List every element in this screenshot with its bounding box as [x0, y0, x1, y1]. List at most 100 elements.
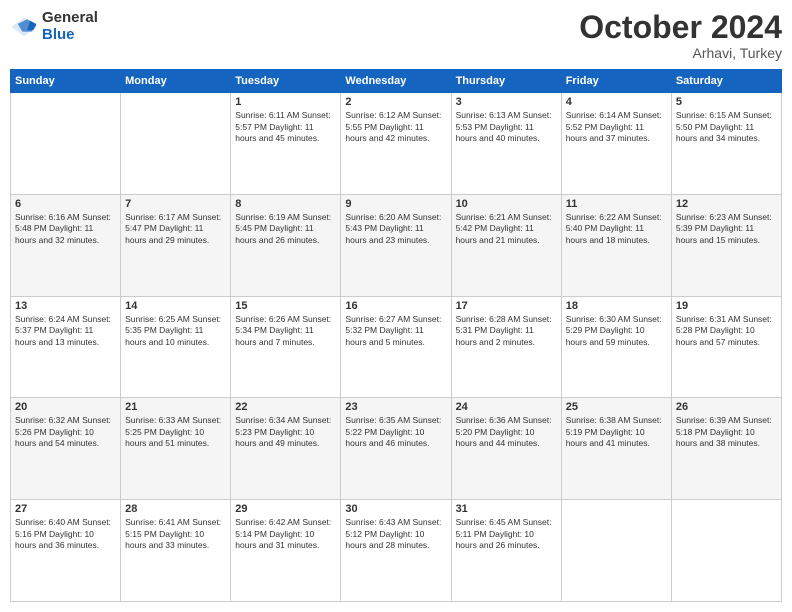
day-number: 24 [456, 401, 557, 413]
cell-content: Sunrise: 6:42 AM Sunset: 5:14 PM Dayligh… [235, 517, 336, 551]
cell-content: Sunrise: 6:22 AM Sunset: 5:40 PM Dayligh… [566, 212, 667, 246]
day-number: 9 [345, 198, 446, 210]
calendar-table: SundayMondayTuesdayWednesdayThursdayFrid… [10, 69, 782, 602]
calendar-cell: 1 Sunrise: 6:11 AM Sunset: 5:57 PM Daylig… [231, 93, 341, 195]
day-number: 8 [235, 198, 336, 210]
calendar-cell: 5 Sunrise: 6:15 AM Sunset: 5:50 PM Daylig… [671, 93, 781, 195]
day-number: 13 [15, 300, 116, 312]
cell-content: Sunrise: 6:19 AM Sunset: 5:45 PM Dayligh… [235, 212, 336, 246]
calendar-week-2: 6Sunrise: 6:16 AM Sunset: 5:48 PM Daylig… [11, 194, 782, 296]
calendar-cell: 29 Sunrise: 6:42 AM Sunset: 5:14 PM Dayli… [231, 500, 341, 602]
weekday-header-friday: Friday [561, 70, 671, 93]
cell-content: Sunrise: 6:23 AM Sunset: 5:39 PM Dayligh… [676, 212, 777, 246]
calendar-cell: 10Sunrise: 6:21 AM Sunset: 5:42 PM Dayli… [451, 194, 561, 296]
calendar-cell: 6Sunrise: 6:16 AM Sunset: 5:48 PM Daylig… [11, 194, 121, 296]
month-title: October 2024 [579, 10, 782, 45]
day-number: 27 [15, 503, 116, 515]
cell-content: Sunrise: 6:43 AM Sunset: 5:12 PM Dayligh… [345, 517, 446, 551]
day-number: 3 [456, 96, 557, 108]
day-number: 20 [15, 401, 116, 413]
day-number: 19 [676, 300, 777, 312]
day-number: 4 [566, 96, 667, 108]
day-number: 25 [566, 401, 667, 413]
calendar-cell: 8 Sunrise: 6:19 AM Sunset: 5:45 PM Daylig… [231, 194, 341, 296]
cell-content: Sunrise: 6:20 AM Sunset: 5:43 PM Dayligh… [345, 212, 446, 246]
weekday-header-monday: Monday [121, 70, 231, 93]
header: General Blue October 2024 Arhavi, Turkey [10, 10, 782, 61]
day-number: 22 [235, 401, 336, 413]
calendar-cell: 14 Sunrise: 6:25 AM Sunset: 5:35 PM Dayli… [121, 296, 231, 398]
day-number: 7 [125, 198, 226, 210]
calendar-cell: 12 Sunrise: 6:23 AM Sunset: 5:39 PM Dayli… [671, 194, 781, 296]
day-number: 16 [345, 300, 446, 312]
calendar-cell: 21Sunrise: 6:33 AM Sunset: 5:25 PM Dayli… [121, 398, 231, 500]
cell-content: Sunrise: 6:40 AM Sunset: 5:16 PM Dayligh… [15, 517, 116, 551]
cell-content: Sunrise: 6:26 AM Sunset: 5:34 PM Dayligh… [235, 314, 336, 348]
calendar-cell: 27 Sunrise: 6:40 AM Sunset: 5:16 PM Dayli… [11, 500, 121, 602]
day-number: 14 [125, 300, 226, 312]
title-block: October 2024 Arhavi, Turkey [579, 10, 782, 61]
day-number: 12 [676, 198, 777, 210]
cell-content: Sunrise: 6:39 AM Sunset: 5:18 PM Dayligh… [676, 415, 777, 449]
weekday-header-row: SundayMondayTuesdayWednesdayThursdayFrid… [11, 70, 782, 93]
day-number: 11 [566, 198, 667, 210]
calendar-cell [671, 500, 781, 602]
cell-content: Sunrise: 6:15 AM Sunset: 5:50 PM Dayligh… [676, 110, 777, 144]
calendar-cell: 15 Sunrise: 6:26 AM Sunset: 5:34 PM Dayli… [231, 296, 341, 398]
cell-content: Sunrise: 6:11 AM Sunset: 5:57 PM Dayligh… [235, 110, 336, 144]
calendar-cell [11, 93, 121, 195]
cell-content: Sunrise: 6:13 AM Sunset: 5:53 PM Dayligh… [456, 110, 557, 144]
day-number: 1 [235, 96, 336, 108]
calendar-cell: 17Sunrise: 6:28 AM Sunset: 5:31 PM Dayli… [451, 296, 561, 398]
cell-content: Sunrise: 6:31 AM Sunset: 5:28 PM Dayligh… [676, 314, 777, 348]
day-number: 15 [235, 300, 336, 312]
calendar-week-1: 1 Sunrise: 6:11 AM Sunset: 5:57 PM Daylig… [11, 93, 782, 195]
cell-content: Sunrise: 6:35 AM Sunset: 5:22 PM Dayligh… [345, 415, 446, 449]
day-number: 28 [125, 503, 226, 515]
calendar-cell: 28 Sunrise: 6:41 AM Sunset: 5:15 PM Dayli… [121, 500, 231, 602]
weekday-header-sunday: Sunday [11, 70, 121, 93]
day-number: 17 [456, 300, 557, 312]
day-number: 29 [235, 503, 336, 515]
calendar-cell: 16 Sunrise: 6:27 AM Sunset: 5:32 PM Dayli… [341, 296, 451, 398]
day-number: 30 [345, 503, 446, 515]
calendar-cell: 19 Sunrise: 6:31 AM Sunset: 5:28 PM Dayli… [671, 296, 781, 398]
page: General Blue October 2024 Arhavi, Turkey… [0, 0, 792, 612]
calendar-cell: 24Sunrise: 6:36 AM Sunset: 5:20 PM Dayli… [451, 398, 561, 500]
calendar-cell: 26Sunrise: 6:39 AM Sunset: 5:18 PM Dayli… [671, 398, 781, 500]
weekday-header-wednesday: Wednesday [341, 70, 451, 93]
calendar-cell: 9 Sunrise: 6:20 AM Sunset: 5:43 PM Daylig… [341, 194, 451, 296]
cell-content: Sunrise: 6:38 AM Sunset: 5:19 PM Dayligh… [566, 415, 667, 449]
cell-content: Sunrise: 6:14 AM Sunset: 5:52 PM Dayligh… [566, 110, 667, 144]
cell-content: Sunrise: 6:25 AM Sunset: 5:35 PM Dayligh… [125, 314, 226, 348]
weekday-header-saturday: Saturday [671, 70, 781, 93]
calendar-week-5: 27 Sunrise: 6:40 AM Sunset: 5:16 PM Dayli… [11, 500, 782, 602]
day-number: 2 [345, 96, 446, 108]
cell-content: Sunrise: 6:41 AM Sunset: 5:15 PM Dayligh… [125, 517, 226, 551]
calendar-cell: 20Sunrise: 6:32 AM Sunset: 5:26 PM Dayli… [11, 398, 121, 500]
logo: General Blue [10, 10, 98, 43]
cell-content: Sunrise: 6:17 AM Sunset: 5:47 PM Dayligh… [125, 212, 226, 246]
calendar-cell: 30 Sunrise: 6:43 AM Sunset: 5:12 PM Dayli… [341, 500, 451, 602]
cell-content: Sunrise: 6:24 AM Sunset: 5:37 PM Dayligh… [15, 314, 116, 348]
calendar-cell: 7 Sunrise: 6:17 AM Sunset: 5:47 PM Daylig… [121, 194, 231, 296]
calendar-cell: 23 Sunrise: 6:35 AM Sunset: 5:22 PM Dayli… [341, 398, 451, 500]
calendar-cell: 22 Sunrise: 6:34 AM Sunset: 5:23 PM Dayli… [231, 398, 341, 500]
calendar-cell: 31Sunrise: 6:45 AM Sunset: 5:11 PM Dayli… [451, 500, 561, 602]
calendar-week-3: 13 Sunrise: 6:24 AM Sunset: 5:37 PM Dayli… [11, 296, 782, 398]
calendar-cell [121, 93, 231, 195]
calendar-week-4: 20Sunrise: 6:32 AM Sunset: 5:26 PM Dayli… [11, 398, 782, 500]
weekday-header-tuesday: Tuesday [231, 70, 341, 93]
cell-content: Sunrise: 6:27 AM Sunset: 5:32 PM Dayligh… [345, 314, 446, 348]
cell-content: Sunrise: 6:12 AM Sunset: 5:55 PM Dayligh… [345, 110, 446, 144]
cell-content: Sunrise: 6:30 AM Sunset: 5:29 PM Dayligh… [566, 314, 667, 348]
logo-icon [10, 16, 38, 38]
day-number: 5 [676, 96, 777, 108]
day-number: 18 [566, 300, 667, 312]
day-number: 23 [345, 401, 446, 413]
cell-content: Sunrise: 6:45 AM Sunset: 5:11 PM Dayligh… [456, 517, 557, 551]
calendar-cell: 4 Sunrise: 6:14 AM Sunset: 5:52 PM Daylig… [561, 93, 671, 195]
location-subtitle: Arhavi, Turkey [579, 45, 782, 61]
logo-text: General Blue [42, 10, 98, 43]
cell-content: Sunrise: 6:34 AM Sunset: 5:23 PM Dayligh… [235, 415, 336, 449]
